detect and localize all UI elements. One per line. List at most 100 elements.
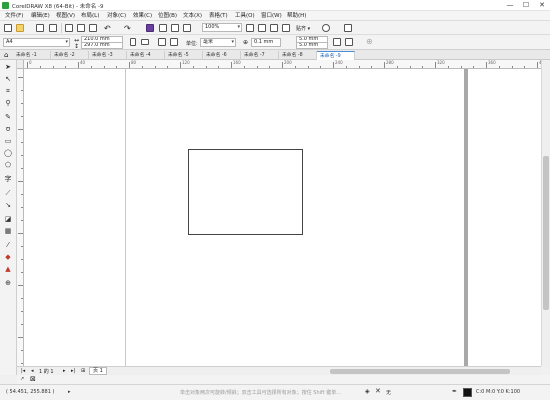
units-select[interactable]: 毫米 ▾ [200, 38, 236, 47]
undo-icon[interactable]: ↶ [104, 24, 111, 33]
doc-tab-1[interactable]: 未命名 -1 [13, 51, 51, 60]
landscape-icon[interactable] [141, 39, 149, 45]
ruler-minor-tick [116, 66, 118, 68]
interactive-fill-icon[interactable]: ◆ [3, 252, 13, 262]
text-tool-icon[interactable]: 字 [3, 174, 13, 184]
doc-tab-9-active[interactable]: 未命名 -9 [317, 51, 355, 60]
menu-table[interactable]: 表格(T) [209, 12, 228, 20]
menu-text[interactable]: 文本(X) [183, 12, 202, 20]
rectangle-tool-icon[interactable]: ▭ [3, 136, 13, 146]
vertical-scrollbar[interactable] [541, 60, 550, 366]
page-size-select[interactable]: A4 ▾ [3, 38, 70, 47]
print-icon[interactable] [49, 24, 57, 32]
duplicate-y-field[interactable]: 5.0 mm [296, 42, 328, 49]
page-height-field[interactable]: 297.0 mm [81, 42, 123, 49]
pick-tool-icon[interactable]: ➤ [3, 62, 13, 72]
freehand-tool-icon[interactable]: ✎ [3, 112, 13, 122]
minimize-button[interactable]: — [502, 0, 518, 11]
current-page-icon[interactable] [170, 38, 178, 46]
menu-view[interactable]: 视图(V) [56, 12, 75, 20]
eyedropper-icon[interactable]: ⁄ [3, 240, 13, 250]
portrait-icon[interactable] [130, 38, 136, 46]
transparency-icon[interactable]: ▦ [3, 226, 13, 236]
guidelines-icon[interactable] [282, 24, 290, 32]
drawing-canvas[interactable] [24, 69, 541, 366]
no-fill-swatch-icon[interactable]: ⊠ [30, 375, 36, 383]
vertical-ruler[interactable] [17, 69, 24, 366]
doc-tab-7[interactable]: 未命名 -7 [241, 51, 279, 60]
menu-window[interactable]: 窗口(W) [261, 12, 282, 20]
doc-tab-4[interactable]: 未命名 -4 [127, 51, 165, 60]
doc-tab-3[interactable]: 未命名 -3 [89, 51, 127, 60]
ellipse-tool-icon[interactable]: ◯ [3, 148, 13, 158]
treat-as-filled-icon[interactable] [345, 38, 353, 46]
new-document-icon[interactable] [4, 24, 12, 32]
close-button[interactable]: ✕ [534, 0, 550, 11]
grid-icon[interactable] [270, 24, 278, 32]
artistic-media-icon[interactable]: ʊ [3, 124, 13, 134]
ruler-origin-corner[interactable] [17, 60, 24, 69]
menu-layout[interactable]: 布局(L) [81, 12, 99, 20]
nudge-distance-field[interactable]: 0.1 mm [251, 38, 281, 47]
horizontal-ruler[interactable]: 04080120160200240280320360400 [17, 60, 550, 69]
page-tab-1[interactable]: 页 1 [89, 367, 107, 375]
rulers-icon[interactable] [258, 24, 266, 32]
save-icon[interactable] [36, 24, 44, 32]
open-folder-icon[interactable] [16, 24, 24, 32]
crop-tool-icon[interactable]: ⌗ [3, 86, 13, 96]
copy-icon[interactable] [77, 24, 85, 32]
full-screen-icon[interactable] [246, 24, 254, 32]
all-pages-icon[interactable] [158, 38, 166, 46]
doc-tab-5[interactable]: 未命名 -5 [165, 51, 203, 60]
doc-tab-8[interactable]: 未命名 -8 [279, 51, 317, 60]
cut-icon[interactable] [65, 24, 73, 32]
add-page-icon[interactable]: ⊕ [366, 37, 373, 46]
next-page-icon[interactable]: ▸ [63, 368, 66, 374]
navigator-icon[interactable]: ↗ [20, 376, 24, 382]
zoom-tool-icon[interactable]: ⚲ [3, 98, 13, 108]
maximize-button[interactable]: ☐ [518, 0, 534, 11]
menu-effects[interactable]: 效果(C) [133, 12, 152, 20]
ruler-tick [21, 103, 23, 104]
play-icon[interactable]: ▸ [68, 389, 71, 395]
outline-color-swatch[interactable] [463, 388, 472, 397]
menu-help[interactable]: 帮助(H) [287, 12, 306, 20]
corel-connect-icon[interactable] [146, 24, 154, 32]
add-tool-icon[interactable]: ⊕ [3, 278, 13, 288]
import-icon[interactable] [159, 24, 167, 32]
shape-tool-icon[interactable]: ↖ [3, 74, 13, 84]
doc-tab-2[interactable]: 未命名 -2 [51, 51, 89, 60]
rectangle-object[interactable] [188, 149, 303, 235]
drop-shadow-icon[interactable]: ◪ [3, 214, 13, 224]
menu-bitmaps[interactable]: 位图(B) [158, 12, 177, 20]
zoom-level-field[interactable]: 100% ▾ [202, 23, 242, 32]
add-page-button[interactable]: ⊞ [81, 368, 85, 374]
parallel-dimension-icon[interactable]: ⟋ [3, 188, 13, 198]
units-snap-icon[interactable] [333, 38, 341, 46]
standard-toolbar: ↶ ↷ 100% ▾ 贴齐 ▾ [0, 21, 550, 35]
application-launcher-icon[interactable] [344, 24, 352, 32]
home-icon[interactable]: ⌂ [4, 51, 8, 59]
last-page-icon[interactable]: ▸| [71, 368, 75, 374]
menu-file[interactable]: 文件(F) [5, 12, 23, 20]
smart-fill-icon[interactable]: ▲ [3, 264, 13, 274]
ruler-label: 320 [437, 60, 445, 65]
prev-page-icon[interactable]: ◂ [31, 368, 34, 374]
vertical-scroll-thumb[interactable] [543, 156, 549, 310]
ruler-major-tick [537, 62, 538, 68]
connector-tool-icon[interactable]: ↘ [3, 200, 13, 210]
export-icon[interactable] [171, 24, 179, 32]
redo-icon[interactable]: ↷ [124, 24, 131, 33]
menu-edit[interactable]: 编辑(E) [31, 12, 50, 20]
snap-to-dropdown[interactable]: 贴齐 ▾ [296, 25, 310, 32]
menu-tools[interactable]: 工具(O) [235, 12, 255, 20]
horizontal-scroll-thumb[interactable] [330, 369, 510, 374]
menu-object[interactable]: 对象(C) [107, 12, 126, 20]
options-gear-icon[interactable] [322, 24, 330, 32]
toolbox: ➤ ↖ ⌗ ⚲ ✎ ʊ ▭ ◯ ⬠ 字 ⟋ ↘ ◪ ▦ ⁄ ◆ ▲ ⊕ [0, 60, 17, 375]
publish-pdf-icon[interactable] [183, 24, 191, 32]
polygon-tool-icon[interactable]: ⬠ [3, 160, 13, 170]
first-page-icon[interactable]: |◂ [21, 368, 25, 374]
paste-icon[interactable] [89, 24, 97, 32]
doc-tab-6[interactable]: 未命名 -6 [203, 51, 241, 60]
